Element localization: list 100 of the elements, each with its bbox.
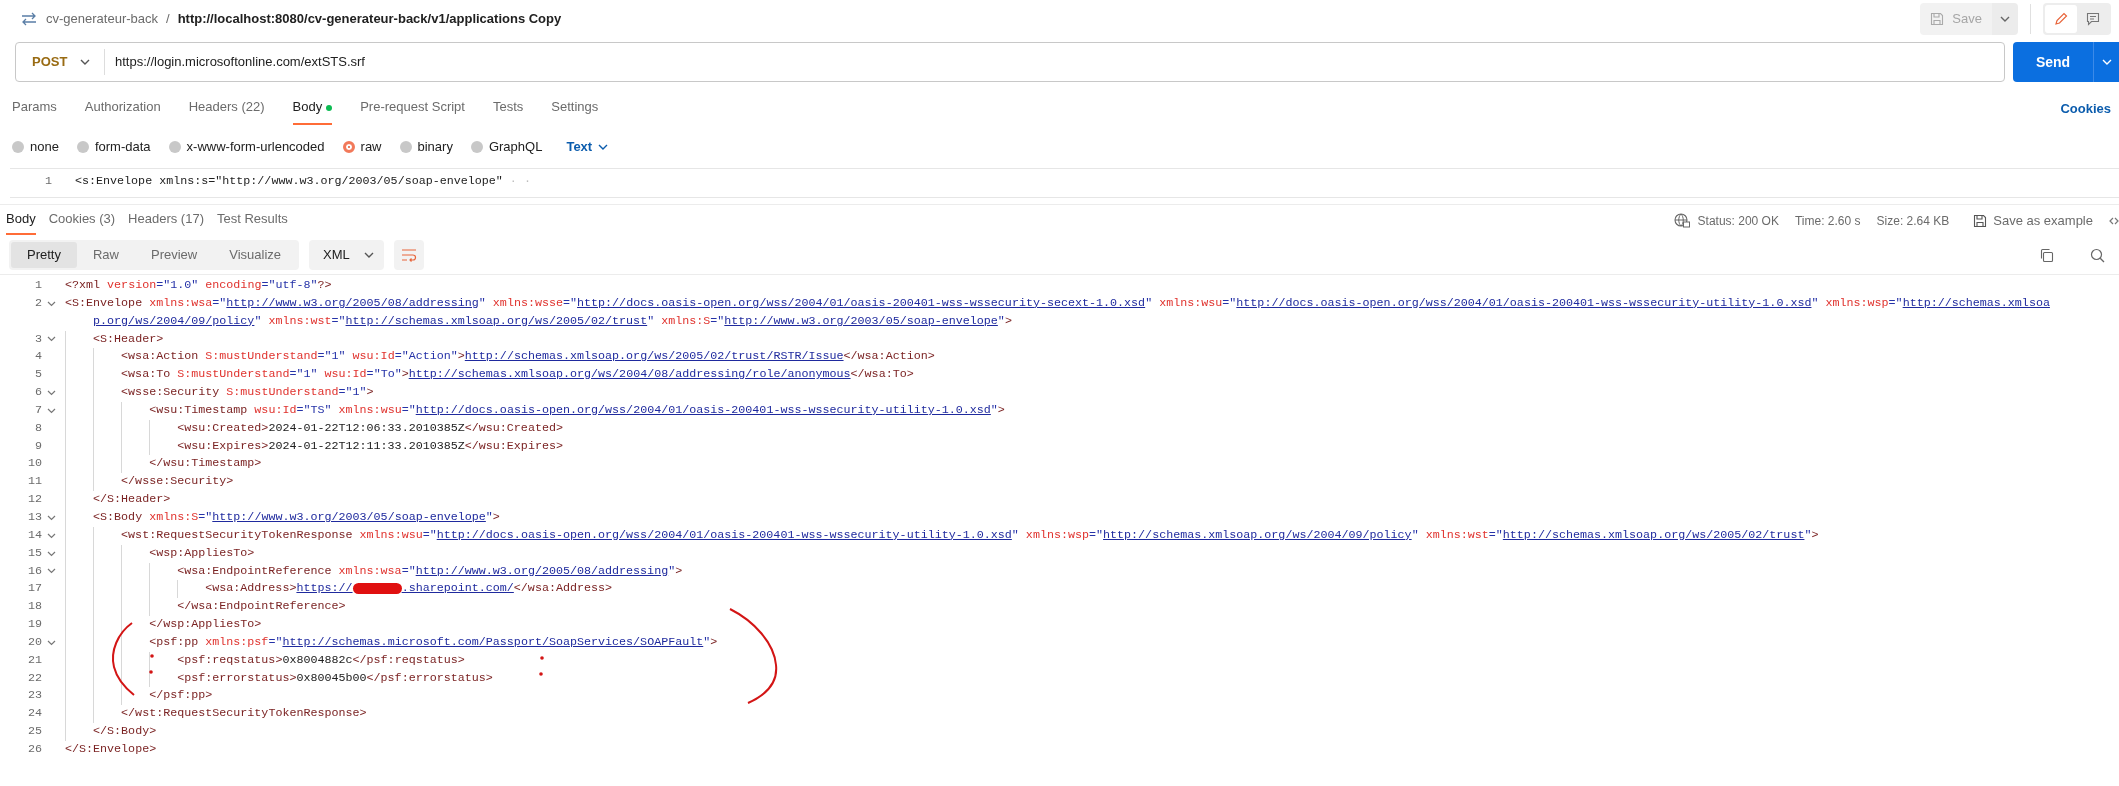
view-mode-tab[interactable]: Pretty xyxy=(11,242,77,268)
line-number: 1 xyxy=(34,277,42,294)
line-number: 19 xyxy=(26,616,42,634)
line-number: 9 xyxy=(34,437,42,455)
request-tab[interactable]: Headers (22) xyxy=(188,93,265,125)
chevron-icon[interactable] xyxy=(46,300,56,307)
code-line: <wst:RequestSecurityTokenResponse xmlns:wsu="http://docs.oasis-open.org/wss/2004/01/oasis-200401-wss-wssecurity-utility-1.0.xsd" xmlns:wsp="http://schemas.xmlsoap.org/ws/2004/09/policy" xmlns:wst="http://schemas.xmlsoap.org/ws/2005/02/trust"> xyxy=(65,526,2119,545)
line-number: 16 xyxy=(26,562,42,580)
request-tab[interactable]: Settings xyxy=(551,93,599,125)
cookies-link[interactable]: Cookies xyxy=(2060,99,2111,119)
code-line: </S:Body> xyxy=(65,723,2119,741)
response-tab[interactable]: Cookies (3) xyxy=(48,206,116,235)
url-field[interactable]: https://login.microsoftonline.com/extSTS.srf xyxy=(115,52,365,72)
line-number: 6 xyxy=(34,384,42,402)
save-icon xyxy=(1973,213,1988,228)
request-tab[interactable]: Tests xyxy=(492,93,524,125)
edit-mode-button[interactable] xyxy=(2045,5,2077,33)
request-title: http://localhost:8080/cv-generateur-back/v1/applications Copy xyxy=(177,10,562,29)
dots-annotation xyxy=(148,653,156,675)
line-number: 25 xyxy=(26,723,42,741)
code-line: <wsa:Address>https:// .sharepoint.com/</wsa:Address> xyxy=(65,580,2119,599)
line-number: 22 xyxy=(26,669,42,687)
code-line: <wsa:Action S:mustUnderstand="1" wsu:Id="Action">http://schemas.xmlsoap.org/ws/2005/02/trust/RSTR/Issue</wsa:Action> xyxy=(65,348,2119,367)
code-line: </wsu:Timestamp> xyxy=(65,455,2119,474)
view-mode-tab[interactable]: Raw xyxy=(76,242,135,268)
code-line: <psf:pp xmlns:psf="http://schemas.microsoft.com/Passport/SoapServices/SOAPFault"> xyxy=(65,633,2119,652)
code-line: <wsse:Security S:mustUnderstand="1"> xyxy=(65,384,2119,402)
code-line: <wsu:Expires>2024-01-22T12:11:33.2010385Z</wsu:Expires> xyxy=(65,437,2119,456)
code-line: </wst:RequestSecurityTokenResponse> xyxy=(65,705,2119,724)
size-text: Size: 2.64 KB xyxy=(1876,212,1950,230)
pencil-icon xyxy=(2054,12,2068,26)
code-line: <wsu:Timestamp wsu:Id="TS" xmlns:wsu="http://docs.oasis-open.org/wss/2004/01/oasis-200401-wss-wssecurity-utility-1.0.xsd"> xyxy=(65,401,2119,420)
code-line: <S:Header> xyxy=(65,330,2119,349)
body-type-radio[interactable]: raw xyxy=(342,137,382,157)
body-type-radio[interactable]: GraphQL xyxy=(470,137,543,157)
language-dropdown[interactable]: XML xyxy=(309,240,384,270)
view-mode-tab[interactable]: Preview xyxy=(135,242,214,268)
code-line: </S:Envelope> xyxy=(65,740,158,758)
copy-icon[interactable] xyxy=(2039,247,2054,263)
caret-icon xyxy=(363,252,374,258)
body-type-radio[interactable]: x-www-form-urlencoded xyxy=(168,137,325,157)
code-line: <wsu:Created>2024-01-22T12:06:33.2010385Z</wsu:Created> xyxy=(65,419,2119,438)
code-icon[interactable] xyxy=(2109,215,2119,226)
line-number: 5 xyxy=(34,366,42,384)
line-number: 11 xyxy=(26,473,42,491)
breadcrumb-separator: / xyxy=(166,10,170,29)
line-number: 14 xyxy=(26,526,42,544)
body-type-radio[interactable]: binary xyxy=(399,137,453,157)
view-mode-tab[interactable]: Visualize xyxy=(213,242,298,268)
line-number: 2 xyxy=(34,294,42,312)
send-button[interactable]: Send xyxy=(2013,42,2093,82)
request-tab[interactable]: Body xyxy=(292,93,333,125)
code-line: </wsp:AppliesTo> xyxy=(65,616,2119,634)
response-tab[interactable]: Body xyxy=(6,206,36,235)
caret-icon xyxy=(80,59,90,65)
response-tab[interactable]: Test Results xyxy=(217,206,288,235)
line-number: 8 xyxy=(34,419,42,437)
code-line: <wsa:EndpointReference xmlns:wsa="http://www.w3.org/2005/08/addressing"> xyxy=(65,562,2119,581)
globe-lock-icon[interactable] xyxy=(1673,213,1690,228)
line-number: 15 xyxy=(26,544,42,562)
line-number: 26 xyxy=(26,740,42,758)
wrap-icon xyxy=(400,248,417,262)
line-number: 20 xyxy=(26,633,42,651)
caret-icon xyxy=(2101,59,2112,65)
arrows-icon xyxy=(20,12,38,26)
code-line: </wsa:EndpointReference> xyxy=(65,598,2119,617)
format-dropdown[interactable]: Text xyxy=(560,136,615,158)
code-line: <s:Envelope xmlns:s="http://www.w3.org/2003/05/soap-envelope" · · xyxy=(75,173,532,190)
body-type-radio[interactable]: form-data xyxy=(76,137,151,157)
method-dropdown[interactable]: POST xyxy=(16,43,96,81)
chevron-icon[interactable] xyxy=(46,532,56,539)
line-number: 17 xyxy=(26,580,42,598)
line-number: 1 xyxy=(44,173,52,190)
line-number: 3 xyxy=(34,330,42,348)
chevron-icon[interactable] xyxy=(46,390,56,396)
save-as-example-button[interactable]: Save as example xyxy=(1973,210,2093,231)
chevron-icon[interactable] xyxy=(46,550,56,557)
line-number: 13 xyxy=(26,508,42,526)
request-tab[interactable]: Params xyxy=(12,93,57,125)
code-line: </wsse:Security> xyxy=(65,473,2119,492)
collection-name[interactable]: cv-generateur-back xyxy=(46,9,158,29)
response-tab[interactable]: Headers (17) xyxy=(128,206,204,235)
code-line: </S:Header> xyxy=(65,491,2119,509)
time-text: Time: 2.60 s xyxy=(1794,212,1861,230)
dots-annotation xyxy=(538,655,546,677)
chevron-icon[interactable] xyxy=(46,639,56,646)
chevron-icon[interactable] xyxy=(46,336,56,343)
chevron-icon[interactable] xyxy=(46,514,56,521)
body-type-radio[interactable]: none xyxy=(12,137,59,157)
request-tab[interactable]: Authorization xyxy=(84,93,161,125)
search-icon[interactable] xyxy=(2090,247,2105,263)
chevron-icon[interactable] xyxy=(46,568,56,575)
line-number: 24 xyxy=(26,705,42,723)
chevron-icon[interactable] xyxy=(46,407,56,414)
line-number: 18 xyxy=(26,598,42,616)
line-number: 4 xyxy=(34,348,42,366)
line-number: 23 xyxy=(26,687,42,705)
code-line: </psf:pp> xyxy=(65,687,2119,706)
line-number: 10 xyxy=(26,455,42,473)
request-tab[interactable]: Pre-request Script xyxy=(360,93,465,125)
